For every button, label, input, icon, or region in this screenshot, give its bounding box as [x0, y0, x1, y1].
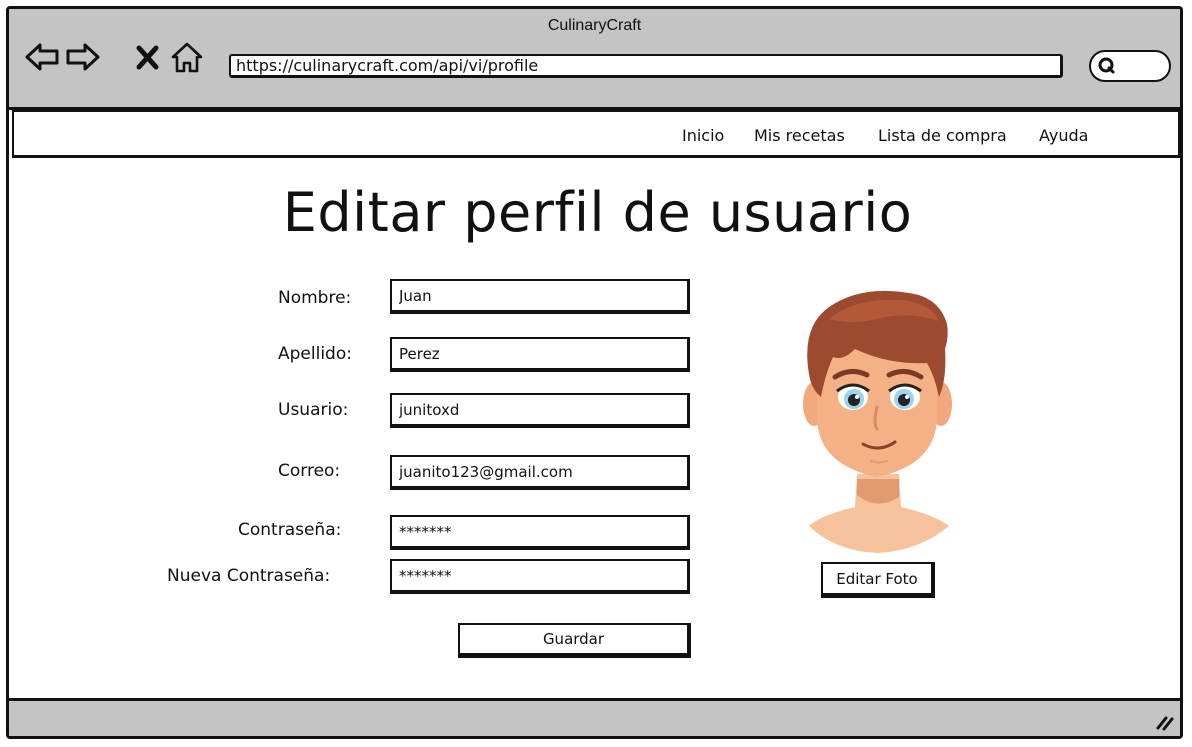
search-icon [1098, 57, 1115, 74]
usuario-input[interactable] [390, 393, 690, 428]
correo-label: Correo: [278, 461, 341, 481]
forward-arrow-icon[interactable] [65, 39, 101, 75]
nueva-contrasena-label: Nueva Contraseña: [167, 566, 331, 586]
nav-item-ayuda[interactable]: Ayuda [1039, 126, 1088, 145]
editar-foto-button[interactable]: Editar Foto [821, 562, 935, 598]
nav-item-lista-de-compra[interactable]: Lista de compra [878, 126, 1007, 145]
nav-item-inicio[interactable]: Inicio [682, 126, 724, 145]
guardar-button[interactable]: Guardar [458, 623, 691, 658]
correo-input[interactable] [390, 455, 690, 490]
back-arrow-icon[interactable] [24, 39, 60, 75]
nombre-input[interactable] [390, 279, 690, 314]
home-icon[interactable] [169, 39, 205, 75]
status-bar [9, 698, 1180, 736]
nav-item-mis-recetas[interactable]: Mis recetas [754, 126, 845, 145]
page-title: Editar perfil de usuario [282, 181, 913, 244]
nueva-contrasena-input[interactable] [390, 559, 690, 594]
apellido-label: Apellido: [278, 344, 352, 364]
close-x-icon[interactable] [134, 39, 164, 75]
url-bar[interactable]: https://culinarycraft.com/api/vi/profile [229, 54, 1063, 78]
apellido-input[interactable] [390, 337, 690, 372]
browser-window: CulinaryCraft https://culinarycraft.com/… [6, 6, 1183, 739]
window-title: CulinaryCraft [547, 17, 642, 34]
contrasena-input[interactable] [390, 515, 690, 550]
resize-handle-icon[interactable] [1154, 712, 1174, 732]
usuario-label: Usuario: [278, 400, 349, 420]
nombre-label: Nombre: [278, 288, 352, 308]
user-avatar-illustration [803, 290, 952, 553]
search-box[interactable] [1089, 50, 1171, 82]
contrasena-label: Contraseña: [238, 520, 342, 540]
browser-chrome: CulinaryCraft https://culinarycraft.com/… [9, 9, 1180, 110]
top-navigation: Inicio Mis recetas Lista de compra Ayuda [12, 110, 1180, 158]
